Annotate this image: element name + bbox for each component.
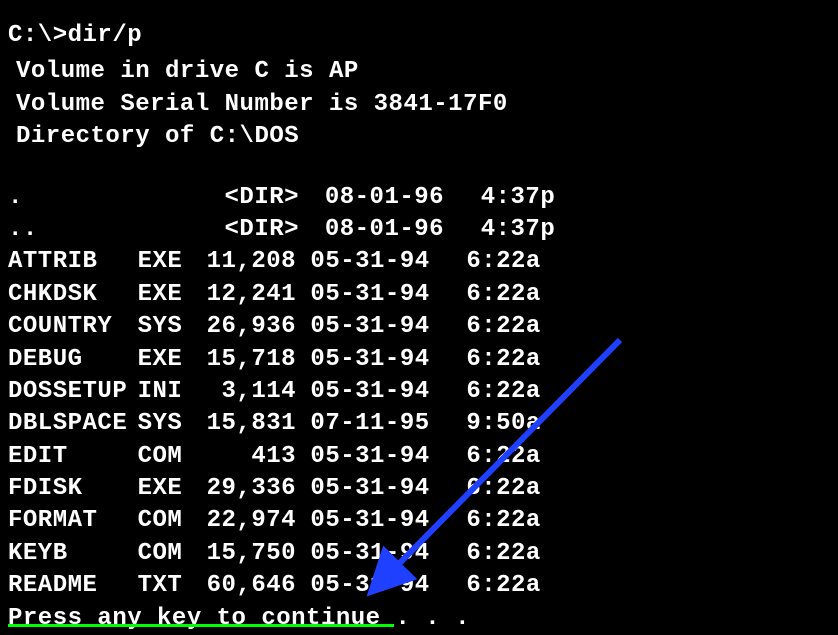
file-name: ATTRIB xyxy=(8,246,138,278)
file-name: DOSSETUP xyxy=(8,376,138,408)
file-date: 05-31-94 xyxy=(310,538,440,570)
file-date: 05-31-94 xyxy=(310,473,440,505)
file-date: 05-31-94 xyxy=(310,376,440,408)
file-time: 6:22a xyxy=(454,505,540,537)
file-size: 22,974 xyxy=(195,505,296,537)
file-date: 05-31-94 xyxy=(310,246,440,278)
file-date: 05-31-94 xyxy=(310,311,440,343)
serial-number: Volume Serial Number is 3841-17F0 xyxy=(8,89,830,121)
file-time: 6:22a xyxy=(454,570,540,602)
file-ext: SYS xyxy=(138,408,196,440)
file-row: COUNTRYSYS26,936 05-31-94 6:22a xyxy=(8,311,830,343)
file-date: 05-31-94 xyxy=(310,279,440,311)
file-ext: EXE xyxy=(138,473,196,505)
file-date: 07-11-95 xyxy=(310,408,440,440)
blank-spacer xyxy=(8,154,830,182)
file-size: 12,241 xyxy=(195,279,296,311)
file-name: EDIT xyxy=(8,441,138,473)
file-row: FDISKEXE29,336 05-31-94 6:22a xyxy=(8,473,830,505)
file-ext: COM xyxy=(138,441,196,473)
underline-highlight xyxy=(8,624,394,627)
file-name: . xyxy=(8,182,138,214)
file-row: FORMATCOM22,974 05-31-94 6:22a xyxy=(8,505,830,537)
file-ext: INI xyxy=(138,376,196,408)
file-size: 15,831 xyxy=(195,408,296,440)
file-row: KEYBCOM15,750 05-31-94 6:22a xyxy=(8,538,830,570)
file-size: 15,718 xyxy=(195,344,296,376)
file-row: . <DIR> 08-01-96 4:37p xyxy=(8,182,830,214)
file-row: ATTRIBEXE11,208 05-31-94 6:22a xyxy=(8,246,830,278)
file-time: 6:22a xyxy=(454,538,540,570)
file-size: 11,208 xyxy=(195,246,296,278)
file-size: <DIR> xyxy=(195,182,296,214)
file-size: 26,936 xyxy=(195,311,296,343)
file-size: 15,750 xyxy=(195,538,296,570)
file-ext: COM xyxy=(138,505,196,537)
file-ext: SYS xyxy=(138,311,196,343)
press-any-key-prompt[interactable]: Press any key to continue . . . xyxy=(8,603,830,635)
file-size: 29,336 xyxy=(195,473,296,505)
file-time: 6:22a xyxy=(454,441,540,473)
file-size: 413 xyxy=(195,441,296,473)
file-date: 08-01-96 xyxy=(325,182,455,214)
file-ext: EXE xyxy=(138,246,196,278)
file-time: 6:22a xyxy=(454,279,540,311)
file-time: 4:37p xyxy=(469,214,555,246)
file-name: CHKDSK xyxy=(8,279,138,311)
file-row: .. <DIR> 08-01-96 4:37p xyxy=(8,214,830,246)
file-time: 6:22a xyxy=(454,246,540,278)
file-row: READMETXT60,646 05-31-94 6:22a xyxy=(8,570,830,602)
file-name: FDISK xyxy=(8,473,138,505)
file-row: EDITCOM413 05-31-94 6:22a xyxy=(8,441,830,473)
file-date: 05-31-94 xyxy=(310,344,440,376)
file-time: 9:50a xyxy=(454,408,540,440)
file-name: README xyxy=(8,570,138,602)
volume-label: Volume in drive C is AP xyxy=(8,56,830,88)
file-date: 08-01-96 xyxy=(325,214,455,246)
file-row: DEBUGEXE15,718 05-31-94 6:22a xyxy=(8,344,830,376)
file-time: 6:22a xyxy=(454,344,540,376)
directory-listing: . <DIR> 08-01-96 4:37p.. <DIR> 08-01-96 4:… xyxy=(8,182,830,603)
file-name: FORMAT xyxy=(8,505,138,537)
directory-of: Directory of C:\DOS xyxy=(8,121,830,153)
file-ext: COM xyxy=(138,538,196,570)
file-time: 4:37p xyxy=(469,182,555,214)
file-time: 6:22a xyxy=(454,376,540,408)
file-date: 05-31-94 xyxy=(310,570,440,602)
file-time: 6:22a xyxy=(454,473,540,505)
file-name: .. xyxy=(8,214,138,246)
file-date: 05-31-94 xyxy=(310,441,440,473)
file-name: KEYB xyxy=(8,538,138,570)
file-size: 60,646 xyxy=(195,570,296,602)
file-ext: EXE xyxy=(138,344,196,376)
file-row: DBLSPACESYS15,831 07-11-95 9:50a xyxy=(8,408,830,440)
file-name: COUNTRY xyxy=(8,311,138,343)
file-size: 3,114 xyxy=(195,376,296,408)
file-date: 05-31-94 xyxy=(310,505,440,537)
file-ext: EXE xyxy=(138,279,196,311)
file-ext: TXT xyxy=(138,570,196,602)
file-time: 6:22a xyxy=(454,311,540,343)
file-row: DOSSETUPINI3,114 05-31-94 6:22a xyxy=(8,376,830,408)
file-name: DEBUG xyxy=(8,344,138,376)
file-name: DBLSPACE xyxy=(8,408,138,440)
file-row: CHKDSKEXE12,241 05-31-94 6:22a xyxy=(8,279,830,311)
file-size: <DIR> xyxy=(195,214,296,246)
command-prompt[interactable]: C:\>dir/p xyxy=(8,20,830,52)
